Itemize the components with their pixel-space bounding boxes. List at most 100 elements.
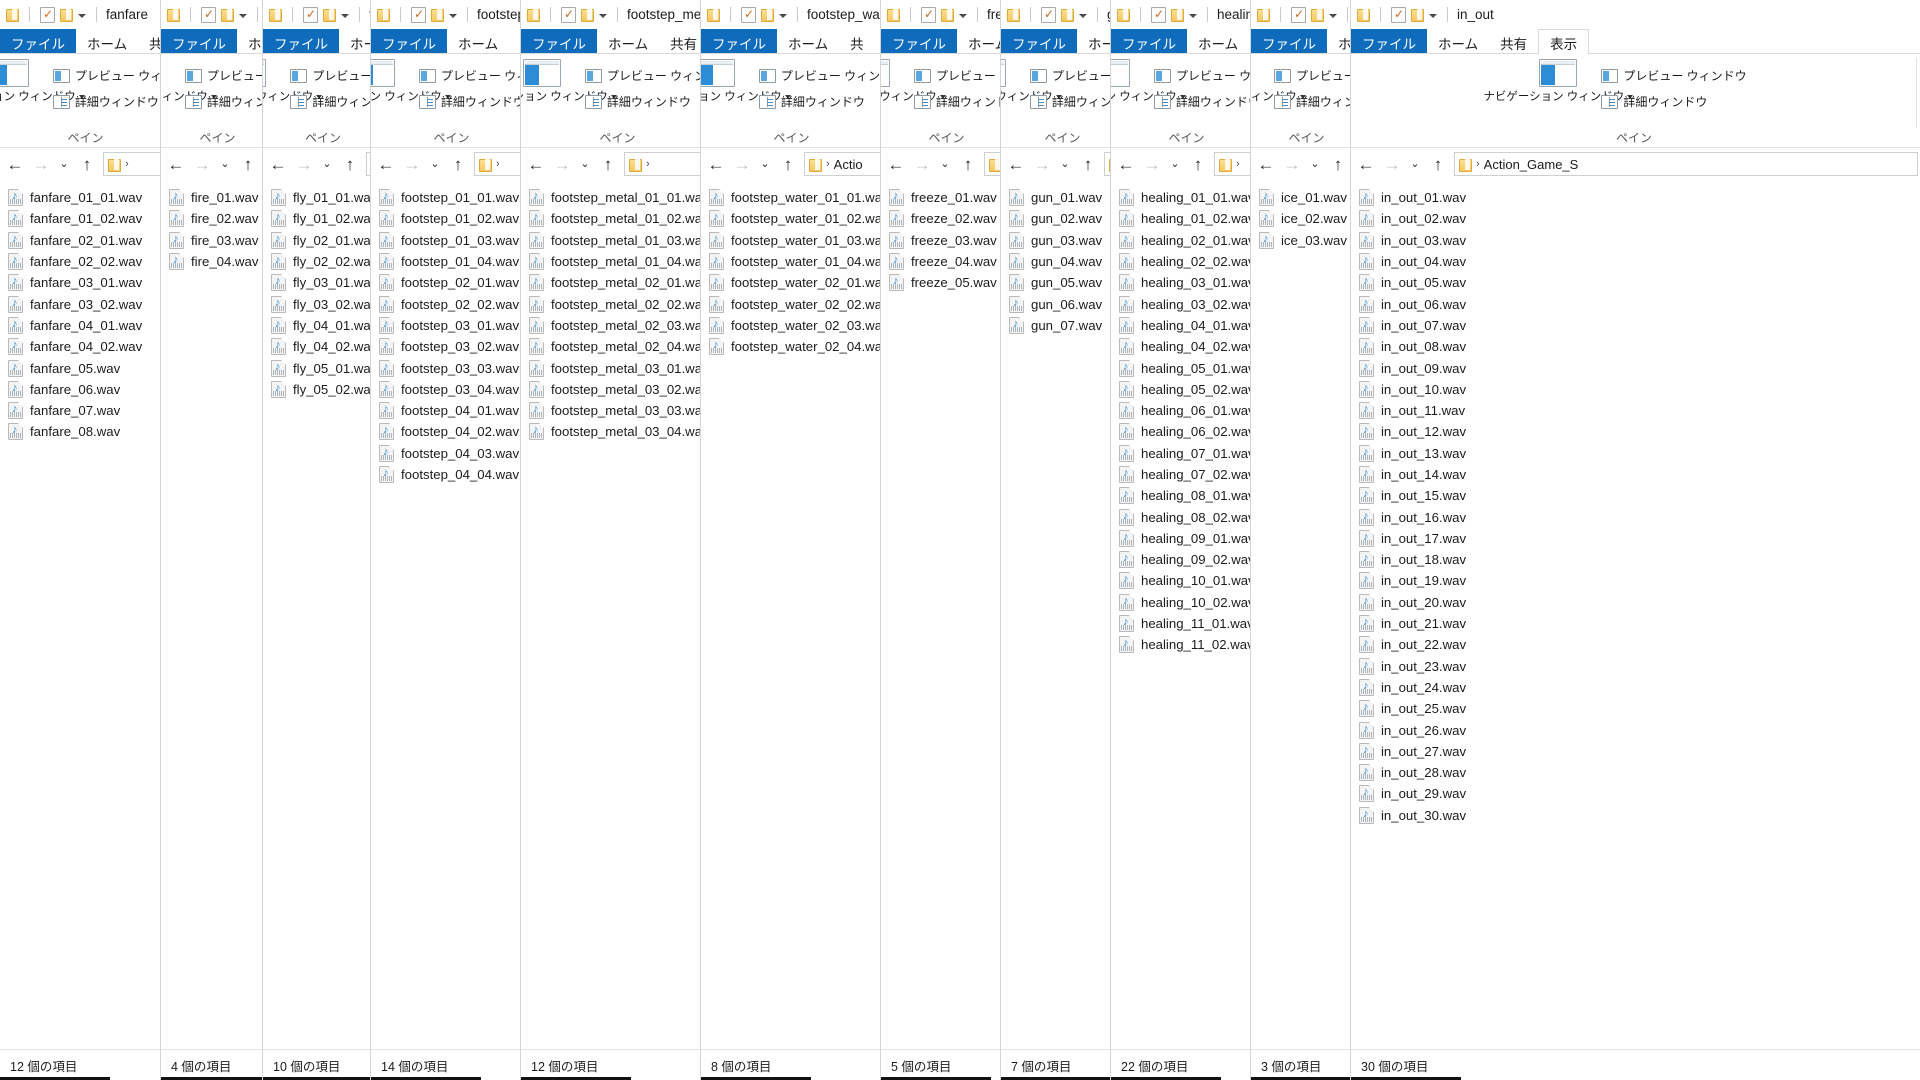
list-item[interactable]: ♪ footstep_01_04.wav (379, 251, 535, 272)
list-item[interactable]: ♪ fanfare_02_01.wav (8, 230, 175, 251)
list-item[interactable]: ♪ healing_05_02.wav (1119, 379, 1265, 400)
tab-share[interactable]: 共有 (1489, 29, 1538, 54)
tab-file[interactable]: ファイル (701, 29, 777, 54)
nav-pane-button[interactable]: ナビゲーション ウィンドウ (371, 58, 451, 104)
list-item[interactable]: ♪ in_out_06.wav (1359, 293, 1920, 314)
list-item[interactable]: ♪ fanfare_01_02.wav (8, 208, 175, 229)
folder-icon[interactable] (269, 8, 282, 22)
title-bar[interactable]: footstep (371, 0, 535, 29)
list-item[interactable]: ♪ footstep_metal_03_03.wav (529, 400, 717, 421)
folder-icon[interactable] (60, 8, 73, 22)
list-item[interactable]: ♪ footstep_04_02.wav (379, 421, 535, 442)
list-item[interactable]: ♪ footstep_metal_03_02.wav (529, 379, 717, 400)
title-bar[interactable]: g (1001, 0, 1127, 29)
forward-button[interactable]: → (729, 151, 755, 177)
list-item[interactable]: ♪ in_out_17.wav (1359, 528, 1920, 549)
recent-locations-button[interactable]: ⌄ (1305, 151, 1325, 177)
tab-view[interactable]: 表示 (1538, 29, 1590, 54)
nav-pane-button[interactable]: ナビゲーション ウィンドウ (1251, 58, 1306, 104)
nav-pane-button[interactable]: ナビゲーション ウィンドウ (0, 58, 85, 104)
detail-pane-button[interactable]: 詳細ウィンドウ (1153, 93, 1265, 110)
properties-icon[interactable] (303, 6, 318, 23)
preview-pane-button[interactable]: プレビュー ウィンドウ (1153, 67, 1265, 84)
list-item[interactable]: ♪ footstep_water_01_01.wav (709, 187, 885, 208)
recent-locations-button[interactable]: ⌄ (1055, 151, 1075, 177)
list-item[interactable]: ♪ freeze_05.wav (889, 272, 1015, 293)
forward-button[interactable]: → (1139, 151, 1165, 177)
list-item[interactable]: ♪ fly_03_01.wav (271, 272, 386, 293)
properties-icon[interactable] (1291, 6, 1306, 23)
list-item[interactable]: ♪ fly_02_02.wav (271, 251, 386, 272)
list-item[interactable]: ♪ healing_03_02.wav (1119, 293, 1265, 314)
list-item[interactable]: ♪ footstep_water_02_04.wav (709, 336, 885, 357)
up-button[interactable]: ↑ (1425, 151, 1451, 177)
list-item[interactable]: ♪ fly_05_02.wav (271, 379, 386, 400)
folder-icon[interactable] (1257, 8, 1270, 22)
list-item[interactable]: ♪ in_out_15.wav (1359, 485, 1920, 506)
preview-pane-button[interactable]: プレビュー ウィンドウ (52, 67, 175, 84)
list-item[interactable]: ♪ footstep_01_01.wav (379, 187, 535, 208)
title-bar[interactable]: footstep_water (701, 0, 885, 29)
chevron-down-icon[interactable] (1189, 13, 1197, 18)
forward-button[interactable]: → (291, 151, 317, 177)
tab-file[interactable]: ファイル (881, 29, 957, 54)
tab-share[interactable]: 共 (839, 29, 875, 54)
recent-locations-button[interactable]: ⌄ (215, 151, 235, 177)
back-button[interactable]: ← (523, 151, 549, 177)
detail-pane-button[interactable]: 詳細ウィンドウ (52, 93, 175, 110)
properties-icon[interactable] (741, 6, 756, 23)
forward-button[interactable]: → (1029, 151, 1055, 177)
recent-locations-button[interactable]: ⌄ (755, 151, 775, 177)
list-item[interactable]: ♪ healing_09_01.wav (1119, 528, 1265, 549)
detail-pane-button[interactable]: 詳細ウィンドウ (1601, 93, 1746, 110)
list-item[interactable]: ♪ in_out_04.wav (1359, 251, 1920, 272)
detail-pane-button[interactable]: 詳細ウィンドウ (758, 93, 885, 110)
up-button[interactable]: ↑ (1075, 151, 1101, 177)
up-button[interactable]: ↑ (595, 151, 621, 177)
list-item[interactable]: ♪ fly_04_02.wav (271, 336, 386, 357)
recent-locations-button[interactable]: ⌄ (1165, 151, 1185, 177)
chevron-down-icon[interactable] (1429, 13, 1437, 18)
list-item[interactable]: ♪ healing_10_02.wav (1119, 592, 1265, 613)
list-item[interactable]: ♪ footstep_metal_01_02.wav (529, 208, 717, 229)
list-item[interactable]: ♪ in_out_26.wav (1359, 719, 1920, 740)
nav-pane-button[interactable]: ナビゲーション ウィンドウ (701, 58, 791, 104)
forward-button[interactable]: → (189, 151, 215, 177)
list-item[interactable]: ♪ footstep_water_01_03.wav (709, 230, 885, 251)
up-button[interactable]: ↑ (1325, 151, 1351, 177)
nav-pane-button[interactable]: ナビゲーション ウィンドウ (161, 58, 217, 104)
list-item[interactable]: ♪ in_out_25.wav (1359, 698, 1920, 719)
back-button[interactable]: ← (265, 151, 291, 177)
up-button[interactable]: ↑ (235, 151, 261, 177)
list-item[interactable]: ♪ footstep_01_02.wav (379, 208, 535, 229)
list-item[interactable]: ♪ healing_01_02.wav (1119, 208, 1265, 229)
list-item[interactable]: ♪ in_out_27.wav (1359, 741, 1920, 762)
list-item[interactable]: ♪ in_out_12.wav (1359, 421, 1920, 442)
list-item[interactable]: ♪ fanfare_04_01.wav (8, 315, 175, 336)
list-item[interactable]: ♪ healing_07_02.wav (1119, 464, 1265, 485)
back-button[interactable]: ← (1253, 151, 1279, 177)
forward-button[interactable]: → (1279, 151, 1305, 177)
list-item[interactable]: ♪ in_out_13.wav (1359, 443, 1920, 464)
title-bar[interactable]: footstep_meta (521, 0, 717, 29)
properties-icon[interactable] (40, 6, 55, 23)
properties-icon[interactable] (1041, 6, 1056, 23)
list-item[interactable]: ♪ footstep_01_03.wav (379, 230, 535, 251)
list-item[interactable]: ♪ footstep_03_02.wav (379, 336, 535, 357)
tab-home[interactable]: ホーム (1427, 29, 1489, 54)
list-item[interactable]: ♪ footstep_metal_01_03.wav (529, 230, 717, 251)
list-item[interactable]: ♪ fanfare_03_01.wav (8, 272, 175, 293)
forward-button[interactable]: → (399, 151, 425, 177)
list-item[interactable]: ♪ freeze_02.wav (889, 208, 1015, 229)
tab-home[interactable]: ホーム (76, 29, 138, 54)
title-bar[interactable]: i (1251, 0, 1365, 29)
properties-icon[interactable] (921, 6, 936, 23)
properties-icon[interactable] (1151, 6, 1166, 23)
list-item[interactable]: ♪ footstep_02_01.wav (379, 272, 535, 293)
list-item[interactable]: ♪ in_out_08.wav (1359, 336, 1920, 357)
nav-pane-button[interactable]: ナビゲーション ウィンドウ (1001, 58, 1062, 104)
tab-file[interactable]: ファイル (371, 29, 447, 54)
folder-icon[interactable] (1171, 8, 1184, 22)
list-item[interactable]: ♪ healing_05_01.wav (1119, 357, 1265, 378)
list-item[interactable]: ♪ in_out_23.wav (1359, 656, 1920, 677)
